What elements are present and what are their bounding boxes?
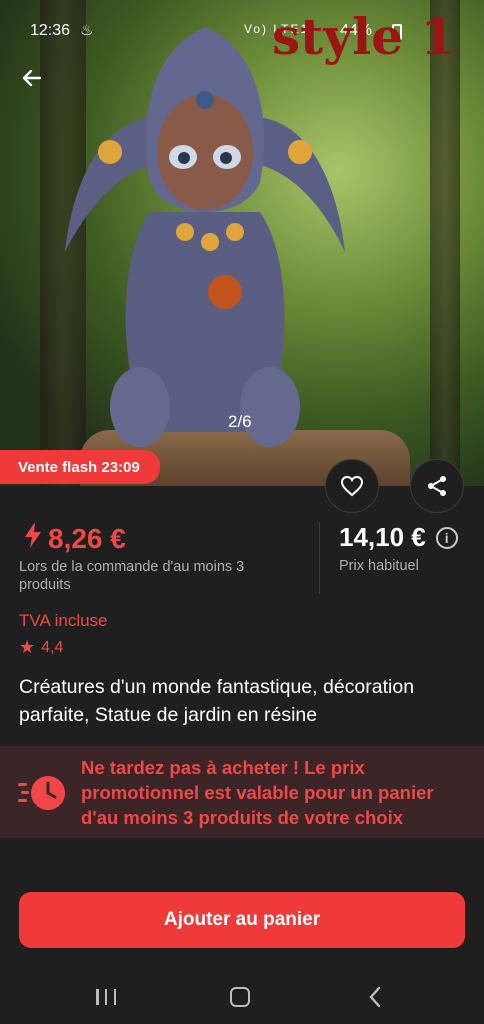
share-icon: [428, 476, 446, 496]
product-image[interactable]: 12:36 ♨ Vo) LTE1 44% style 1 2/6: [0, 0, 484, 486]
clock-icon: [18, 776, 65, 810]
sale-price-value: 8,26 €: [48, 522, 126, 554]
back-arrow-icon[interactable]: [20, 66, 50, 96]
regular-price-label: Prix habituel: [339, 558, 419, 574]
star-icon: ★: [19, 637, 36, 657]
promo-text: Ne tardez pas à acheter ! Le prix promot…: [81, 757, 434, 828]
variant-row[interactable]: [19, 867, 465, 881]
home-icon[interactable]: [230, 987, 250, 1007]
regular-price: 14,10 € i: [339, 522, 458, 553]
rating-value: 4,4: [41, 638, 64, 656]
tva-label: TVA incluse: [19, 611, 108, 630]
notification-icon: ♨: [80, 22, 94, 39]
creature-statue: [65, 27, 345, 447]
favorite-button[interactable]: [325, 459, 379, 513]
share-button[interactable]: [410, 459, 464, 513]
price-divider: [319, 522, 320, 594]
system-navigation-bar: [0, 968, 484, 1024]
promo-banner: Ne tardez pas à acheter ! Le prix promot…: [0, 746, 484, 838]
info-icon[interactable]: i: [435, 526, 458, 549]
status-time: 12:36: [30, 22, 71, 39]
image-counter: 2/6: [228, 412, 252, 431]
add-to-cart-button[interactable]: Ajouter au panier: [19, 892, 465, 948]
regular-price-value: 14,10 €: [339, 522, 426, 552]
background-tree: [430, 0, 460, 486]
bolt-icon: [24, 522, 42, 555]
rating[interactable]: ★ 4,4: [19, 637, 63, 658]
nav-back-icon[interactable]: [368, 986, 382, 1012]
heart-icon: [340, 475, 364, 497]
flash-sale-badge: Vente flash 23:09: [0, 450, 160, 484]
sale-price: 8,26 €: [24, 522, 126, 555]
recent-apps-icon[interactable]: [96, 989, 116, 1005]
sale-condition: Lors de la commande d'au moins 3 produit…: [19, 559, 245, 593]
product-title: Créatures d'un monde fantastique, décora…: [19, 676, 415, 726]
watermark: style 1: [272, 7, 456, 66]
